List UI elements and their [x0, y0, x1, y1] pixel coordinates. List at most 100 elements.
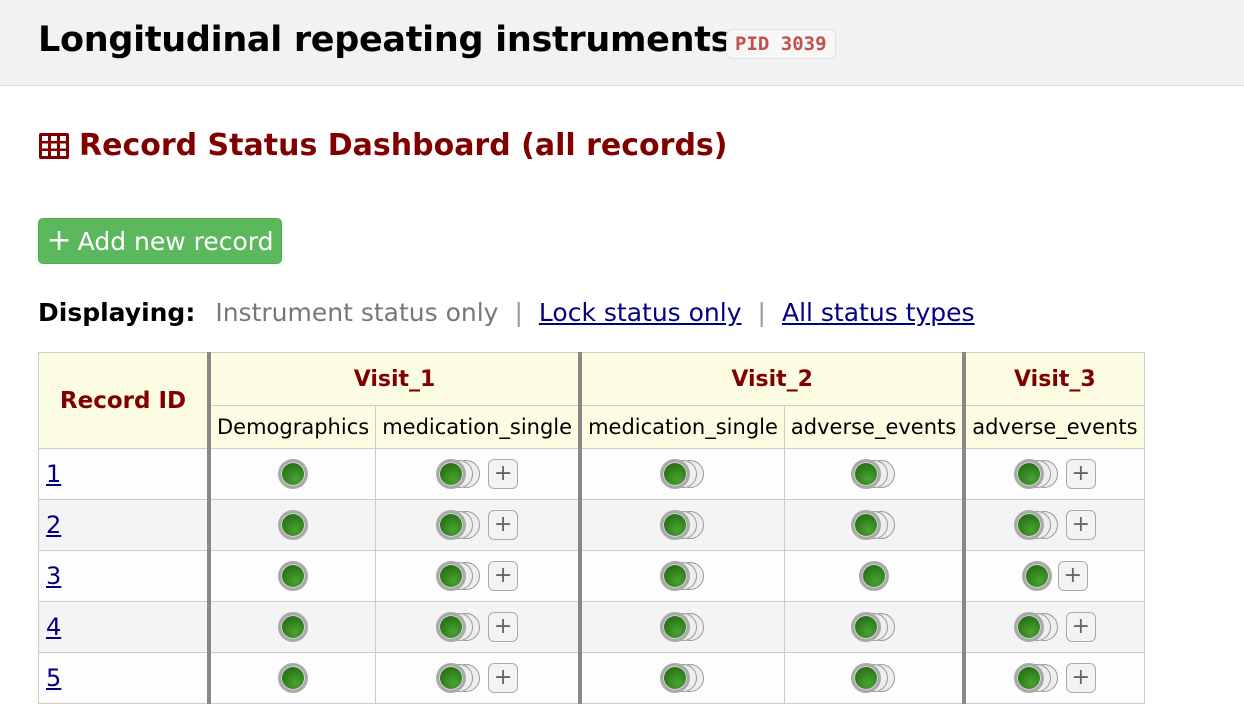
status-complete-multiple-icon[interactable]	[659, 663, 706, 693]
status-cell	[578, 601, 785, 653]
status-complete-multiple-icon[interactable]	[436, 612, 482, 642]
status-complete-multiple-icon[interactable]	[436, 561, 482, 591]
status-complete-multiple-icon[interactable]	[1013, 510, 1060, 540]
record-id-cell: 2	[38, 499, 210, 551]
status-complete-multiple-icon[interactable]	[436, 510, 482, 540]
event-header-visit-2: Visit_2	[578, 352, 965, 406]
table-row: 2 + +	[38, 499, 1145, 551]
record-id-cell: 4	[38, 601, 210, 653]
add-instance-button[interactable]: +	[1057, 561, 1088, 591]
status-cell	[578, 448, 785, 500]
record-status-table: Record ID Visit_1 Visit_2 Visit_3 Demogr…	[38, 352, 1145, 704]
form-header: medication_single	[578, 405, 785, 449]
add-new-record-label: Add new record	[77, 226, 274, 256]
separator: |	[757, 298, 766, 327]
add-instance-button[interactable]: +	[1065, 459, 1096, 489]
status-cell: +	[962, 550, 1145, 602]
add-instance-button[interactable]: +	[488, 612, 519, 642]
record-id-cell: 1	[38, 448, 210, 500]
add-instance-button[interactable]: +	[1065, 663, 1096, 693]
form-header: adverse_events	[783, 405, 965, 449]
add-instance-button[interactable]: +	[1065, 612, 1096, 642]
add-new-record-button[interactable]: + Add new record	[38, 218, 282, 264]
status-complete-multiple-icon[interactable]	[659, 612, 706, 642]
status-cell	[783, 550, 965, 602]
event-header-visit-3: Visit_3	[962, 352, 1145, 406]
table-row: 5 + +	[38, 652, 1145, 704]
status-complete-icon[interactable]	[278, 663, 309, 693]
display-option-all-status[interactable]: All status types	[782, 298, 975, 327]
project-header: Longitudinal repeating instruments PID 3…	[0, 0, 1244, 86]
status-cell: +	[962, 499, 1145, 551]
project-title: Longitudinal repeating instruments	[38, 20, 732, 60]
add-instance-button[interactable]: +	[1065, 510, 1096, 540]
status-cell	[207, 601, 377, 653]
status-cell: +	[375, 601, 581, 653]
status-cell: +	[962, 601, 1145, 653]
record-id-link[interactable]: 1	[46, 460, 61, 488]
status-cell: +	[962, 448, 1145, 500]
page-header: Record Status Dashboard (all records)	[38, 128, 728, 163]
page-title: Record Status Dashboard (all records)	[79, 128, 728, 163]
status-complete-multiple-icon[interactable]	[659, 561, 706, 591]
record-id-header: Record ID	[38, 352, 210, 449]
status-complete-multiple-icon[interactable]	[850, 663, 897, 693]
display-option-lock-status[interactable]: Lock status only	[539, 298, 742, 327]
status-complete-multiple-icon[interactable]	[436, 663, 482, 693]
status-complete-icon[interactable]	[1021, 561, 1052, 591]
status-complete-multiple-icon[interactable]	[659, 459, 706, 489]
status-cell	[783, 601, 965, 653]
status-cell	[207, 652, 377, 704]
status-cell	[783, 499, 965, 551]
status-complete-multiple-icon[interactable]	[1013, 612, 1060, 642]
status-complete-icon[interactable]	[278, 459, 309, 489]
status-complete-multiple-icon[interactable]	[659, 510, 706, 540]
record-id-cell: 3	[38, 550, 210, 602]
form-header: adverse_events	[962, 405, 1145, 449]
status-cell	[783, 448, 965, 500]
status-complete-icon[interactable]	[278, 612, 309, 642]
status-complete-icon[interactable]	[278, 510, 309, 540]
status-complete-multiple-icon[interactable]	[1013, 459, 1060, 489]
record-id-link[interactable]: 3	[46, 562, 61, 590]
status-complete-multiple-icon[interactable]	[1013, 663, 1060, 693]
record-id-link[interactable]: 4	[46, 613, 61, 641]
status-complete-multiple-icon[interactable]	[850, 459, 897, 489]
record-id-cell: 5	[38, 652, 210, 704]
separator: |	[514, 298, 523, 327]
status-cell: +	[375, 499, 581, 551]
status-cell: +	[375, 652, 581, 704]
status-complete-multiple-icon[interactable]	[436, 459, 482, 489]
table-icon	[39, 132, 69, 159]
table-row: 4 + +	[38, 601, 1145, 653]
status-complete-multiple-icon[interactable]	[850, 510, 897, 540]
add-instance-button[interactable]: +	[488, 459, 519, 489]
record-id-link[interactable]: 5	[46, 664, 61, 692]
event-header-visit-1: Visit_1	[206, 352, 581, 406]
status-cell	[783, 652, 965, 704]
status-cell: +	[962, 652, 1145, 704]
status-cell: +	[375, 550, 581, 602]
add-instance-button[interactable]: +	[488, 510, 519, 540]
status-cell	[578, 550, 785, 602]
status-complete-icon[interactable]	[278, 561, 309, 591]
status-cell	[578, 499, 785, 551]
display-options: Displaying: Instrument status only | Loc…	[38, 298, 975, 327]
form-header: Demographics	[207, 405, 377, 449]
status-complete-icon[interactable]	[858, 561, 889, 591]
table-body: 1 + +2 + +3 + +4 + +5 + +	[38, 448, 1145, 704]
add-instance-button[interactable]: +	[488, 663, 519, 693]
display-option-instrument-status: Instrument status only	[215, 298, 499, 327]
add-instance-button[interactable]: +	[488, 561, 519, 591]
form-header: medication_single	[375, 405, 581, 449]
status-cell: +	[375, 448, 581, 500]
status-cell	[578, 652, 785, 704]
status-cell	[207, 448, 377, 500]
record-id-link[interactable]: 2	[46, 511, 61, 539]
status-cell	[207, 499, 377, 551]
table-row: 1 + +	[38, 448, 1145, 500]
table-row: 3 + +	[38, 550, 1145, 602]
displaying-label: Displaying:	[38, 298, 196, 327]
pid-badge: PID 3039	[726, 29, 836, 59]
status-complete-multiple-icon[interactable]	[850, 612, 897, 642]
